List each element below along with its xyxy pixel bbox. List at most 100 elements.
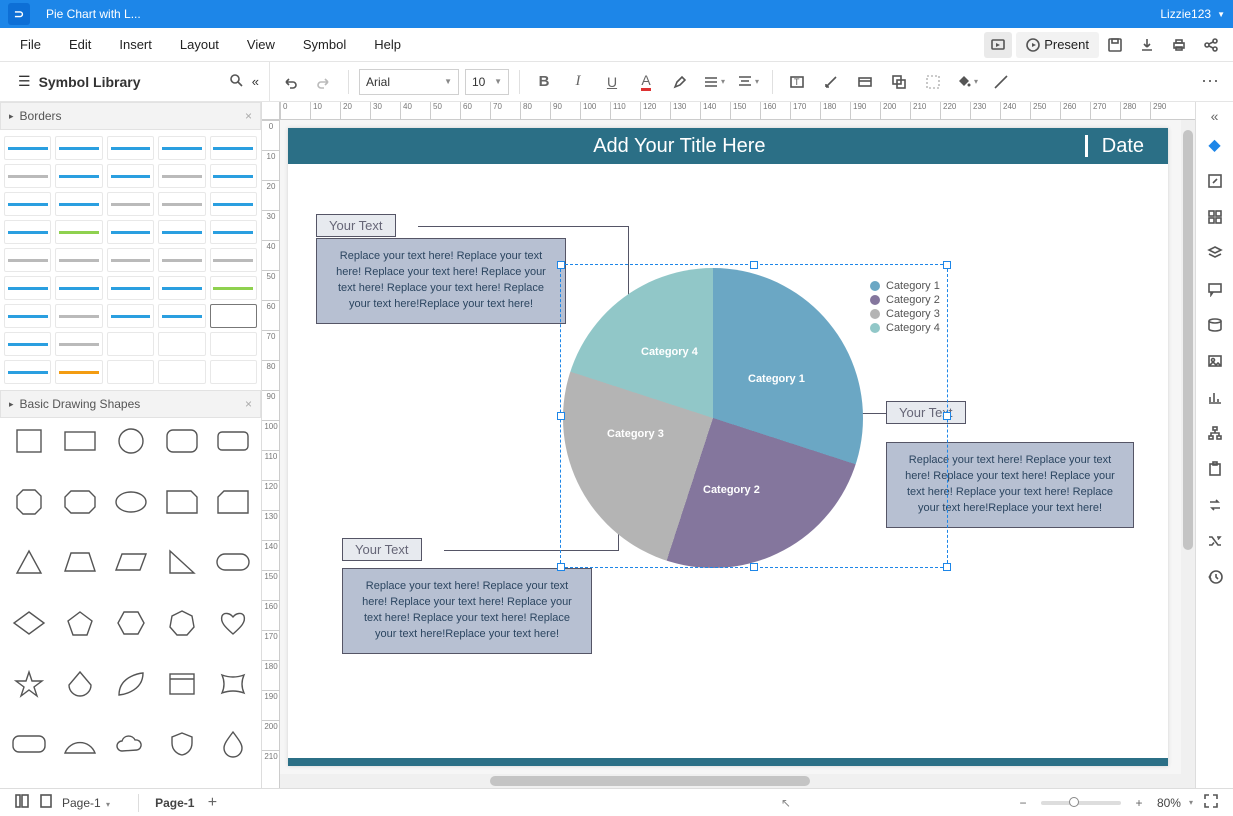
layers-panel-icon[interactable]	[1200, 238, 1230, 268]
border-thumb[interactable]	[55, 332, 102, 356]
border-thumb[interactable]	[158, 164, 205, 188]
zoom-out-button[interactable]: −	[1011, 796, 1035, 810]
container-icon[interactable]	[851, 68, 879, 96]
border-thumb[interactable]	[158, 332, 205, 356]
border-thumb[interactable]	[4, 164, 51, 188]
slideshow-settings-button[interactable]	[984, 32, 1012, 58]
horizontal-scrollbar[interactable]	[280, 774, 1195, 788]
callout-bl-body[interactable]: Replace your text here! Replace your tex…	[342, 568, 592, 654]
border-thumb[interactable]	[107, 164, 154, 188]
shape-ellipse[interactable]	[108, 485, 153, 519]
right-panel-collapse-icon[interactable]: «	[1196, 108, 1233, 126]
border-thumb[interactable]	[210, 304, 257, 328]
font-family-select[interactable]: Arial▼	[359, 69, 459, 95]
border-thumb[interactable]	[158, 136, 205, 160]
fill-icon[interactable]: ▾	[953, 68, 981, 96]
font-size-select[interactable]: 10▼	[465, 69, 509, 95]
redo-icon[interactable]	[310, 68, 338, 96]
shape-heptagon[interactable]	[159, 606, 204, 640]
shape-star[interactable]	[6, 667, 51, 701]
border-thumb[interactable]	[55, 276, 102, 300]
border-thumb[interactable]	[158, 220, 205, 244]
close-icon[interactable]: ×	[245, 397, 252, 411]
align-icon[interactable]: ▾	[700, 68, 728, 96]
menu-help[interactable]: Help	[360, 28, 415, 61]
pie[interactable]: Category 1 Category 2 Category 3 Categor…	[563, 268, 863, 568]
menu-edit[interactable]: Edit	[55, 28, 105, 61]
category-borders[interactable]: ▸ Borders ×	[0, 102, 261, 130]
undo-icon[interactable]	[276, 68, 304, 96]
scrollbar-thumb[interactable]	[490, 776, 810, 786]
shape-stadium2[interactable]	[6, 727, 51, 761]
present-button[interactable]: Present	[1016, 32, 1099, 58]
style-panel-icon[interactable]: ◆	[1200, 130, 1230, 160]
menu-view[interactable]: View	[233, 28, 289, 61]
menu-layout[interactable]: Layout	[166, 28, 233, 61]
share-icon[interactable]	[1195, 32, 1227, 58]
border-thumb[interactable]	[55, 136, 102, 160]
callout-tl-body[interactable]: Replace your text here! Replace your tex…	[316, 238, 566, 324]
scrollbar-thumb[interactable]	[1183, 130, 1193, 550]
border-thumb[interactable]	[55, 164, 102, 188]
callout-tl-label[interactable]: Your Text	[316, 214, 396, 237]
shape-heart[interactable]	[210, 606, 255, 640]
callout-r-label[interactable]: Your Text	[886, 401, 966, 424]
border-thumb[interactable]	[107, 276, 154, 300]
outline-icon[interactable]	[10, 793, 34, 812]
download-icon[interactable]	[1131, 32, 1163, 58]
border-thumb[interactable]	[210, 332, 257, 356]
border-thumb[interactable]	[210, 248, 257, 272]
border-thumb[interactable]	[4, 136, 51, 160]
border-thumb[interactable]	[55, 248, 102, 272]
menu-file[interactable]: File	[6, 28, 55, 61]
border-thumb[interactable]	[107, 136, 154, 160]
shape-cutcorner2[interactable]	[210, 485, 255, 519]
border-thumb[interactable]	[210, 192, 257, 216]
export-panel-icon[interactable]	[1200, 166, 1230, 196]
image-panel-icon[interactable]	[1200, 346, 1230, 376]
border-thumb[interactable]	[107, 360, 154, 384]
history-panel-icon[interactable]	[1200, 562, 1230, 592]
comments-panel-icon[interactable]	[1200, 274, 1230, 304]
bold-icon[interactable]: B	[530, 68, 558, 96]
shape-pentagon[interactable]	[57, 606, 102, 640]
shape-shield[interactable]	[159, 727, 204, 761]
text-box-icon[interactable]: T	[783, 68, 811, 96]
callout-r-body[interactable]: Replace your text here! Replace your tex…	[886, 442, 1134, 528]
grid-panel-icon[interactable]	[1200, 202, 1230, 232]
menu-symbol[interactable]: Symbol	[289, 28, 360, 61]
zoom-slider[interactable]	[1041, 801, 1121, 805]
shape-cushion[interactable]	[210, 667, 255, 701]
shape-parallelogram[interactable]	[108, 545, 153, 579]
border-thumb[interactable]	[158, 304, 205, 328]
pages-icon[interactable]	[34, 793, 58, 812]
shape-diamond[interactable]	[6, 606, 51, 640]
border-thumb[interactable]	[4, 360, 51, 384]
shape-circle[interactable]	[108, 424, 153, 458]
font-color-icon[interactable]: A	[632, 68, 660, 96]
menu-insert[interactable]: Insert	[105, 28, 166, 61]
border-thumb[interactable]	[158, 360, 205, 384]
border-thumb[interactable]	[107, 332, 154, 356]
valign-icon[interactable]: ▾	[734, 68, 762, 96]
zoom-in-button[interactable]: +	[1127, 796, 1151, 810]
shape-hexagon[interactable]	[108, 606, 153, 640]
shape-drop[interactable]	[57, 667, 102, 701]
border-thumb[interactable]	[4, 220, 51, 244]
border-thumb[interactable]	[107, 192, 154, 216]
library-collapse-icon[interactable]: «	[252, 74, 259, 89]
border-thumb[interactable]	[107, 304, 154, 328]
page-tab[interactable]: Page-1	[147, 796, 202, 810]
border-thumb[interactable]	[4, 276, 51, 300]
shape-cutcorner[interactable]	[159, 485, 204, 519]
highlight-icon[interactable]	[666, 68, 694, 96]
callout-bl-label[interactable]: Your Text	[342, 538, 422, 561]
border-thumb[interactable]	[210, 136, 257, 160]
border-thumb[interactable]	[4, 304, 51, 328]
shape-rounded2[interactable]	[210, 424, 255, 458]
shape-right-tri[interactable]	[159, 545, 204, 579]
border-thumb[interactable]	[55, 360, 102, 384]
border-thumb[interactable]	[210, 360, 257, 384]
border-thumb[interactable]	[55, 304, 102, 328]
shape-trapezoid[interactable]	[57, 545, 102, 579]
